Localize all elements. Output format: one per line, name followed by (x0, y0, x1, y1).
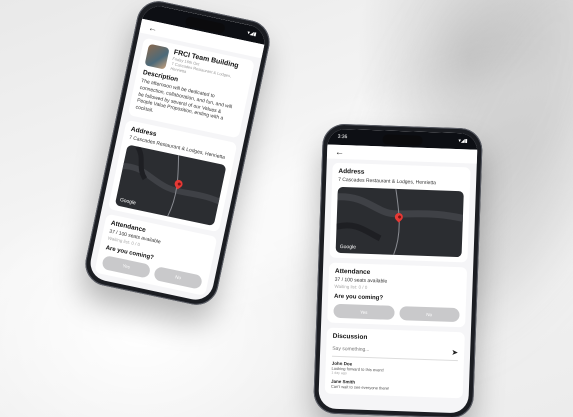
yes-button[interactable]: Yes (333, 303, 395, 320)
no-button[interactable]: No (398, 306, 460, 323)
background (0, 0, 573, 417)
send-icon[interactable]: ➤ (451, 348, 458, 357)
rsvp-buttons: Yes No (333, 303, 460, 323)
map-view[interactable]: Google (335, 186, 464, 258)
event-content: Address 7 Cascades Restaurant & Lodges, … (318, 158, 476, 407)
address-card: Address 7 Cascades Restaurant & Lodges, … (107, 119, 238, 232)
comment-input-row: ➤ (331, 343, 459, 362)
map-attribution: Google (339, 243, 357, 251)
status-time: 3:36 (337, 133, 348, 141)
right-phone: 3:36 ▾◢▮ ← Address 7 Cascades Restaurant… (312, 123, 484, 417)
back-arrow-icon[interactable]: ← (147, 22, 158, 34)
discussion-title: Discussion (332, 332, 368, 341)
camera-notch (382, 134, 423, 146)
comment-item: John Doe Looking forward to this event! … (331, 361, 457, 379)
status-icons: ▾◢▮ (246, 29, 257, 38)
back-arrow-icon[interactable]: ← (335, 147, 344, 157)
comment-input[interactable] (332, 345, 433, 355)
address-card: Address 7 Cascades Restaurant & Lodges, … (329, 162, 471, 263)
status-icons: ▾◢▮ (458, 138, 468, 145)
coming-question: Are you coming? (333, 293, 384, 302)
right-phone-screen: 3:36 ▾◢▮ ← Address 7 Cascades Restaurant… (318, 128, 478, 414)
discussion-card: Discussion ➤ John Doe Looking forward to… (324, 327, 465, 399)
attendance-card: Attendance 37 / 100 seats available Wait… (327, 262, 468, 328)
event-image (144, 43, 170, 70)
comment-item: Jane Smith Can't wait to see everyone th… (331, 379, 457, 393)
